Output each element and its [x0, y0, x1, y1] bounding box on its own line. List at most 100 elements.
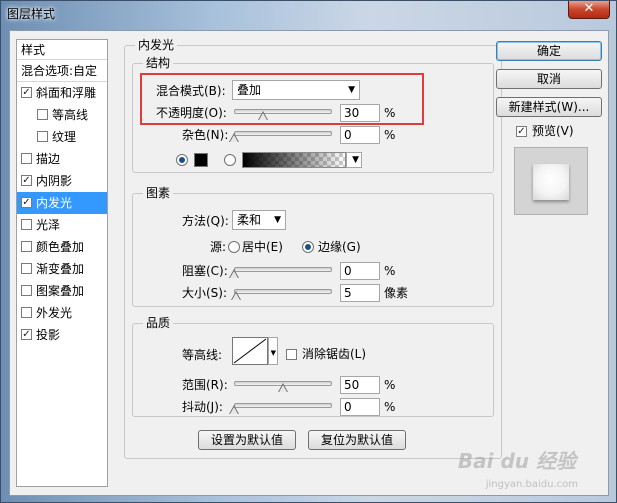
style-item-checkbox[interactable]	[21, 263, 32, 274]
style-item-label: 内阴影	[36, 174, 73, 188]
style-item-checkbox[interactable]	[21, 285, 32, 296]
reset-default-button[interactable]: 复位为默认值	[308, 430, 406, 450]
opacity-slider-thumb[interactable]	[258, 111, 269, 120]
style-item[interactable]: ✓ 投影	[17, 324, 107, 346]
style-item[interactable]: 等高线	[17, 104, 107, 126]
style-item-checkbox[interactable]: ✓	[21, 87, 32, 98]
inner-glow-title: 内发光	[135, 38, 178, 52]
noise-slider-thumb[interactable]	[229, 133, 239, 142]
new-style-button[interactable]: 新建样式(W)...	[496, 97, 602, 117]
contour-label: 等高线:	[182, 348, 223, 362]
chevron-down-icon: ▼	[274, 215, 281, 225]
solid-color-radio[interactable]	[176, 154, 188, 166]
style-item-label: 光泽	[36, 218, 61, 232]
title-bar: 图层样式 ✕	[1, 1, 616, 29]
structure-title: 结构	[143, 56, 174, 70]
technique-select[interactable]: 柔和 ▼	[232, 210, 286, 230]
size-input[interactable]: 5	[340, 284, 380, 302]
chevron-down-icon: ▼	[348, 85, 355, 95]
size-slider[interactable]	[234, 289, 332, 294]
preview-label[interactable]: 预览(V)	[532, 123, 574, 139]
style-item-label: 外发光	[36, 306, 73, 320]
elements-title: 图素	[143, 186, 174, 200]
watermark: Bai du 经验	[457, 449, 576, 473]
opacity-percent-sign: %	[384, 106, 396, 120]
style-item[interactable]: 颜色叠加	[17, 236, 107, 258]
technique-value: 柔和	[237, 213, 262, 227]
range-label: 范围(R):	[182, 378, 228, 392]
anti-alias-label[interactable]: 消除锯齿(L)	[302, 346, 366, 362]
source-center-radio[interactable]	[228, 241, 240, 253]
style-item[interactable]: ✓ 内发光	[17, 192, 107, 214]
style-item-label: 描边	[36, 152, 61, 166]
jitter-slider-thumb[interactable]	[229, 405, 239, 414]
style-item-label: 内发光	[36, 196, 73, 210]
style-item-label: 等高线	[52, 108, 89, 122]
style-item-checkbox[interactable]: ✓	[21, 197, 32, 208]
contour-picker[interactable]	[232, 337, 268, 365]
gradient-radio[interactable]	[224, 154, 236, 166]
source-edge-label[interactable]: 边缘(G)	[318, 239, 361, 255]
preview-thumbnail	[533, 164, 569, 200]
style-item[interactable]: 纹理	[17, 126, 107, 148]
style-item[interactable]: 光泽	[17, 214, 107, 236]
choke-input[interactable]: 0	[340, 262, 380, 280]
jitter-slider[interactable]	[234, 403, 332, 408]
range-slider-thumb[interactable]	[278, 383, 288, 392]
style-list-header[interactable]: 样式	[17, 40, 107, 60]
style-preview	[514, 147, 588, 215]
style-item-label: 图案叠加	[36, 284, 85, 298]
choke-slider[interactable]	[234, 267, 332, 272]
style-item-checkbox[interactable]: ✓	[21, 175, 32, 186]
style-item-checkbox[interactable]	[21, 153, 32, 164]
make-default-button[interactable]: 设置为默认值	[198, 430, 296, 450]
style-item-checkbox[interactable]	[37, 131, 48, 142]
glow-color-swatch[interactable]	[194, 153, 208, 167]
gradient-picker[interactable]	[242, 152, 346, 168]
style-item[interactable]: ✓ 内阴影	[17, 170, 107, 192]
technique-label: 方法(Q):	[182, 214, 229, 228]
range-input[interactable]: 50	[340, 376, 380, 394]
anti-alias-checkbox[interactable]	[286, 349, 297, 360]
style-item[interactable]: ✓ 斜面和浮雕	[17, 82, 107, 104]
opacity-input[interactable]: 30	[340, 104, 380, 122]
contour-dropdown[interactable]: ▼	[268, 337, 278, 365]
style-item[interactable]: 外发光	[17, 302, 107, 324]
gradient-dropdown[interactable]: ▼	[346, 152, 362, 168]
cancel-button[interactable]: 取消	[496, 69, 602, 89]
style-item[interactable]: 描边	[17, 148, 107, 170]
jitter-input[interactable]: 0	[340, 398, 380, 416]
style-item[interactable]: 渐变叠加	[17, 258, 107, 280]
size-label: 大小(S):	[182, 286, 228, 300]
layer-style-dialog: 图层样式 ✕ 样式 混合选项:自定 ✓ 斜面和浮雕等高线纹理描边 ✓ 内阴影 ✓ 内发光光…	[0, 0, 617, 503]
size-unit: 像素	[384, 286, 409, 300]
noise-input[interactable]: 0	[340, 126, 380, 144]
choke-label: 阻塞(C):	[182, 264, 228, 278]
style-item[interactable]: 图案叠加	[17, 280, 107, 302]
blend-options-item[interactable]: 混合选项:自定	[17, 60, 107, 82]
style-item-checkbox[interactable]	[21, 241, 32, 252]
style-item-checkbox[interactable]	[37, 109, 48, 120]
dialog-client: 样式 混合选项:自定 ✓ 斜面和浮雕等高线纹理描边 ✓ 内阴影 ✓ 内发光光泽颜色叠加渐变…	[9, 30, 609, 496]
preview-checkbox[interactable]: ✓	[516, 126, 527, 137]
opacity-label: 不透明度(O):	[156, 106, 227, 120]
size-slider-thumb[interactable]	[230, 291, 241, 300]
opacity-slider[interactable]	[234, 109, 332, 114]
source-center-label[interactable]: 居中(E)	[242, 239, 283, 255]
quality-title: 品质	[143, 316, 174, 330]
style-item-checkbox[interactable]	[21, 307, 32, 318]
style-item-label: 颜色叠加	[36, 240, 85, 254]
noise-label: 杂色(N):	[182, 128, 229, 142]
style-item-checkbox[interactable]: ✓	[21, 329, 32, 340]
choke-percent-sign: %	[384, 264, 396, 278]
source-edge-radio[interactable]	[302, 241, 314, 253]
ok-button[interactable]: 确定	[496, 41, 602, 61]
watermark-url: jingyan.baidu.com	[485, 479, 578, 490]
close-button[interactable]: ✕	[568, 1, 610, 19]
style-item-label: 纹理	[52, 130, 77, 144]
noise-slider[interactable]	[234, 131, 332, 136]
blend-mode-select[interactable]: 叠加 ▼	[232, 80, 360, 100]
style-item-label: 渐变叠加	[36, 262, 85, 276]
style-item-checkbox[interactable]	[21, 219, 32, 230]
choke-slider-thumb[interactable]	[229, 269, 239, 278]
